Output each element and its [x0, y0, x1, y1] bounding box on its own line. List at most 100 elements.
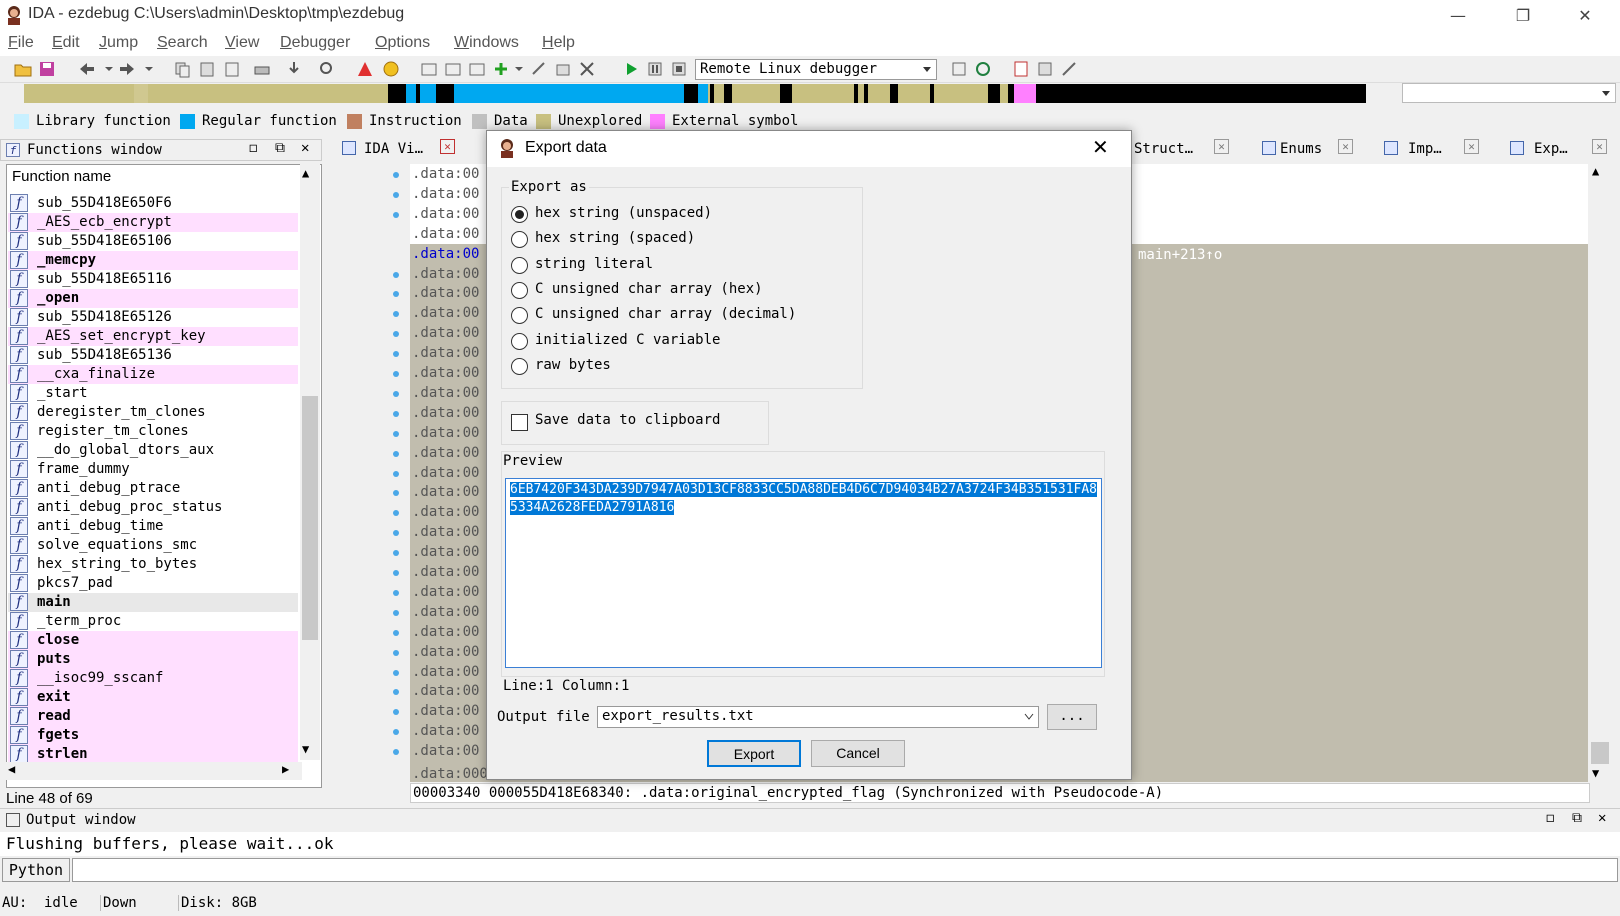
- function-row[interactable]: f anti_debug_ptrace: [8, 479, 298, 498]
- breakpoint-dot[interactable]: [393, 490, 399, 497]
- breakpoint-dot[interactable]: [393, 530, 399, 537]
- function-row[interactable]: f _AES_ecb_encrypt: [8, 213, 298, 232]
- functions-scrollbar-thumb[interactable]: [302, 396, 318, 640]
- back-icon[interactable]: [78, 60, 96, 78]
- function-row[interactable]: f sub_55D418E65106: [8, 232, 298, 251]
- data-line[interactable]: .data:00: [412, 604, 479, 620]
- function-row[interactable]: f anti_debug_time: [8, 517, 298, 536]
- script-icon[interactable]: [554, 60, 572, 78]
- data-line[interactable]: .data:00: [412, 484, 479, 500]
- function-row[interactable]: f sub_55D418E65116: [8, 270, 298, 289]
- function-row[interactable]: f close: [8, 631, 298, 650]
- menu-search[interactable]: Search: [157, 34, 208, 52]
- save-icon[interactable]: [38, 60, 56, 78]
- close-icon[interactable]: ✕: [1464, 139, 1479, 154]
- radio-button[interactable]: [511, 281, 528, 299]
- attach-icon[interactable]: [950, 60, 968, 78]
- function-row[interactable]: f sub_55D418E650F6: [8, 194, 298, 213]
- tab-imports[interactable]: Imp… ✕: [1384, 138, 1484, 162]
- cross-icon[interactable]: [578, 60, 596, 78]
- radio-button[interactable]: [511, 256, 528, 274]
- navigation-band-select[interactable]: [1402, 83, 1616, 103]
- export-format-option[interactable]: initialized C variable: [511, 332, 831, 354]
- float-icon[interactable]: ⧉: [1572, 810, 1582, 826]
- breakpoint-dot[interactable]: [393, 609, 399, 616]
- data-line[interactable]: .data:00: [412, 266, 479, 282]
- breakpoint-dot[interactable]: [393, 390, 399, 397]
- data-line[interactable]: .data:00: [412, 405, 479, 421]
- data-line[interactable]: .data:00: [412, 544, 479, 560]
- function-row[interactable]: f _start: [8, 384, 298, 403]
- scroll-up-icon[interactable]: ▲: [302, 166, 309, 180]
- data-line[interactable]: .data:00: [412, 385, 479, 401]
- debugger-select[interactable]: Remote Linux debugger: [695, 59, 937, 80]
- breakpoint-dot[interactable]: [393, 669, 399, 676]
- function-row[interactable]: f __cxa_finalize: [8, 365, 298, 384]
- close-icon[interactable]: ✕: [1338, 139, 1353, 154]
- tab-exports[interactable]: Exp… ✕: [1510, 138, 1610, 162]
- breakpoint-dot[interactable]: [393, 172, 399, 178]
- breakpoint-dot[interactable]: [393, 331, 399, 338]
- output-file-combobox[interactable]: export_results.txt: [597, 706, 1039, 728]
- data-line[interactable]: .data:00: [412, 345, 479, 361]
- open-file-icon[interactable]: [14, 60, 32, 78]
- navigation-band[interactable]: [24, 84, 1388, 103]
- chevron-down-icon[interactable]: [140, 60, 158, 78]
- breakpoint-dot[interactable]: [393, 450, 399, 457]
- breakpoint-dot[interactable]: [393, 351, 399, 358]
- breakpoint-dot[interactable]: [393, 191, 399, 198]
- data-line[interactable]: .data:00: [412, 325, 479, 341]
- data-line[interactable]: .data:00: [412, 166, 479, 182]
- scrollbar-thumb[interactable]: [1591, 742, 1609, 764]
- copy-icon[interactable]: [173, 60, 191, 78]
- radio-button[interactable]: [511, 357, 528, 375]
- function-row[interactable]: f main: [8, 593, 298, 612]
- search-binary-icon[interactable]: [318, 60, 336, 78]
- breakpoint-dot[interactable]: [393, 271, 399, 278]
- data-line[interactable]: .data:00: [412, 624, 479, 640]
- breakpoint-dot[interactable]: [393, 729, 399, 736]
- menu-view[interactable]: View: [225, 34, 259, 52]
- functions-hscrollbar[interactable]: ◀ ▶: [6, 762, 302, 780]
- download-icon[interactable]: [285, 60, 303, 78]
- export-format-option[interactable]: hex string (spaced): [511, 230, 831, 252]
- function-row[interactable]: f puts: [8, 650, 298, 669]
- save-to-clipboard-checkbox[interactable]: [511, 414, 528, 431]
- function-row[interactable]: f __do_global_dtors_aux: [8, 441, 298, 460]
- pause-icon[interactable]: [646, 60, 664, 78]
- forward-icon[interactable]: [118, 60, 136, 78]
- add-breakpoint-icon[interactable]: [492, 60, 510, 78]
- play-icon[interactable]: [622, 60, 640, 78]
- close-icon[interactable]: ✕: [301, 140, 309, 156]
- breakpoint-dot[interactable]: [393, 629, 399, 636]
- breakpoint-dot[interactable]: [393, 749, 399, 756]
- breakpoint-dot[interactable]: [393, 311, 399, 318]
- breakpoint-dot[interactable]: [393, 709, 399, 716]
- data-line[interactable]: .data:00: [412, 425, 479, 441]
- menu-jump[interactable]: Jump: [99, 34, 138, 52]
- data-line[interactable]: .data:00: [412, 723, 479, 739]
- function-row[interactable]: f register_tm_clones: [8, 422, 298, 441]
- graph2-icon[interactable]: [444, 60, 462, 78]
- breakpoint-dot[interactable]: [393, 470, 399, 477]
- print-icon[interactable]: [253, 60, 271, 78]
- radio-button[interactable]: [511, 332, 528, 350]
- data-line[interactable]: .data:00: [412, 285, 479, 301]
- data-line[interactable]: .data:00: [412, 564, 479, 580]
- function-row[interactable]: f sub_55D418E65126: [8, 308, 298, 327]
- data-line[interactable]: .data:00: [412, 504, 479, 520]
- data-line[interactable]: .data:00: [412, 365, 479, 381]
- export-format-option[interactable]: string literal: [511, 256, 831, 278]
- export-format-option[interactable]: hex string (unspaced): [511, 205, 831, 227]
- scroll-down-icon[interactable]: ▼: [1592, 766, 1599, 780]
- function-row[interactable]: f _term_proc: [8, 612, 298, 631]
- function-row[interactable]: f fgets: [8, 726, 298, 745]
- breakpoint-dot[interactable]: [393, 211, 399, 218]
- refresh-icon[interactable]: [974, 60, 992, 78]
- function-row[interactable]: f exit: [8, 688, 298, 707]
- smiley-icon[interactable]: [382, 60, 400, 78]
- data-line[interactable]: .data:00: [412, 524, 479, 540]
- tab-enums[interactable]: Enums ✕: [1262, 138, 1362, 162]
- column-header-function-name[interactable]: Function name: [12, 168, 111, 185]
- export-format-option[interactable]: C unsigned char array (decimal): [511, 306, 831, 328]
